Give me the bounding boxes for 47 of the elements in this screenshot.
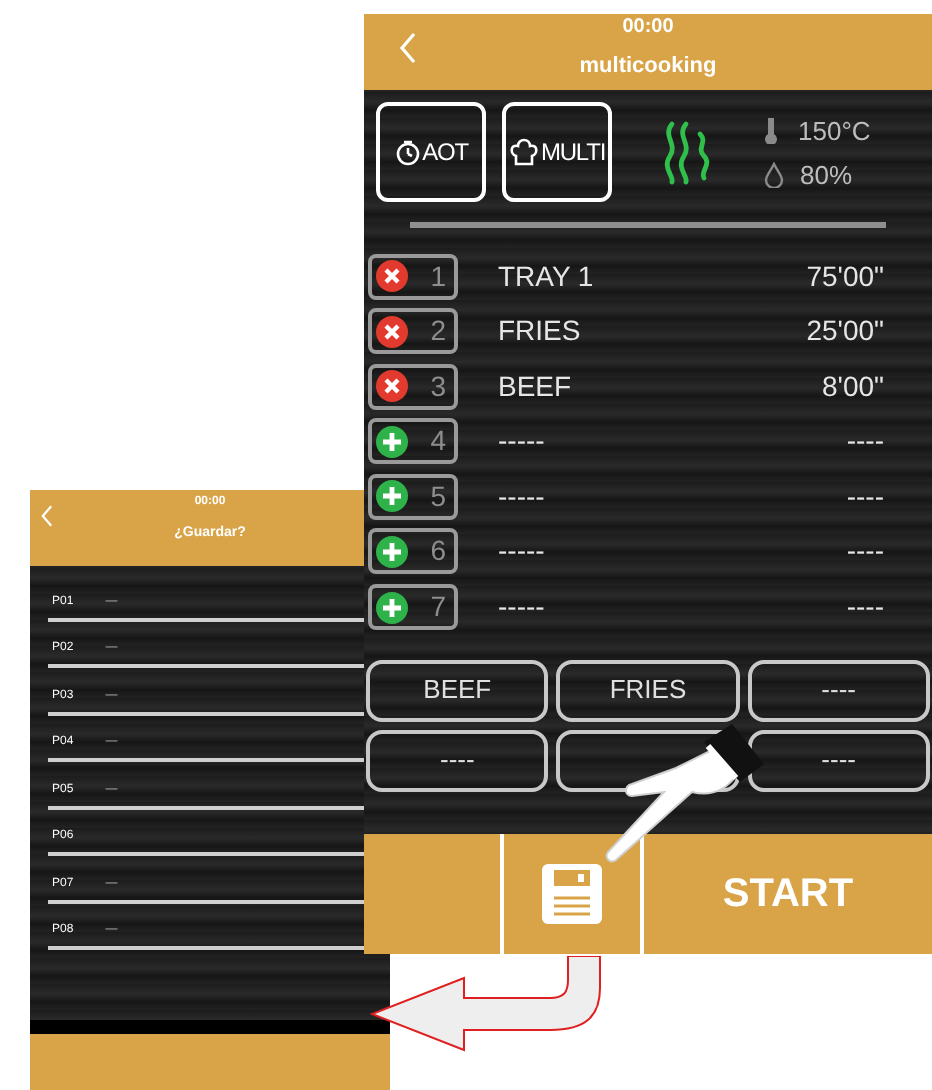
save-button[interactable]	[504, 834, 644, 954]
tray-name: -----	[498, 588, 547, 627]
drop-icon	[764, 162, 784, 188]
add-icon	[376, 591, 408, 624]
clock-time: 00:00	[622, 18, 674, 38]
tray-slot-button[interactable]: 6	[368, 528, 458, 575]
tray-time: 8'00"	[821, 367, 884, 406]
thermometer-icon	[764, 116, 778, 144]
tray-time: ----	[846, 588, 884, 627]
add-icon	[376, 535, 408, 568]
preset-button[interactable]: ----	[366, 729, 549, 792]
tray-name: FRIES	[498, 312, 583, 351]
tray-slot-button[interactable]: 3	[368, 363, 458, 410]
tray-time: ----	[846, 477, 884, 516]
hand-pointer-icon	[604, 724, 768, 864]
timer-icon	[394, 138, 423, 166]
humidity-reading: 80%	[800, 162, 853, 188]
preset-button[interactable]: ----	[747, 659, 930, 722]
tray-time: ----	[846, 422, 884, 461]
footer-cell	[364, 834, 504, 954]
back-icon[interactable]	[40, 504, 54, 528]
tray-slot-button[interactable]: 4	[368, 418, 458, 465]
tray-slot-button[interactable]: 1	[368, 253, 458, 299]
tray-name: BEEF	[498, 367, 574, 406]
remove-icon	[376, 260, 408, 292]
chef-hat-icon	[508, 136, 541, 168]
add-icon	[376, 425, 408, 458]
remove-icon	[376, 315, 408, 348]
tray-time: 75'00"	[806, 257, 884, 295]
tray-slot-button[interactable]: 7	[368, 584, 458, 631]
back-icon[interactable]	[398, 32, 418, 64]
tray-time: 25'00"	[806, 312, 884, 351]
tray-slot-button[interactable]: 2	[368, 308, 458, 355]
preset-button[interactable]: BEEF	[366, 659, 549, 722]
screen-title: multicooking	[579, 56, 717, 78]
tray-name: -----	[498, 477, 547, 516]
tray-slot-button[interactable]: 5	[368, 473, 458, 520]
preset-button[interactable]: FRIES	[556, 659, 740, 722]
tray-name: TRAY 1	[498, 257, 596, 295]
mode-button[interactable]: MULTI	[502, 102, 612, 202]
add-icon	[376, 480, 408, 513]
tray-name: -----	[498, 532, 547, 571]
remove-icon	[376, 370, 408, 403]
tray-name: -----	[498, 422, 547, 461]
mode-button[interactable]: AOT	[376, 102, 486, 202]
temperature-reading: 150°C	[798, 117, 871, 143]
tray-time: ----	[846, 532, 884, 571]
